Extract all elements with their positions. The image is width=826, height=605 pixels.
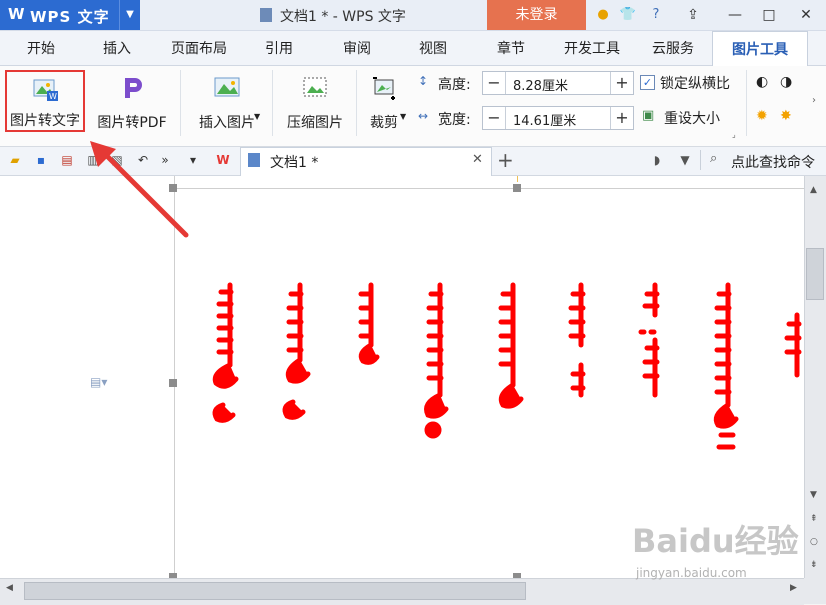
save-icon[interactable]: ▪ xyxy=(32,151,50,169)
height-decrease-button[interactable]: − xyxy=(483,72,506,94)
image-to-text-icon: W xyxy=(33,79,58,101)
export-pdf-icon[interactable]: ▤ xyxy=(58,151,76,169)
ribbon-separator xyxy=(746,70,747,136)
reset-size-icon: ▣ xyxy=(642,108,655,123)
rotate-handle[interactable]: ⊤ xyxy=(513,176,522,185)
minimize-button[interactable]: — xyxy=(718,0,752,30)
chevron-down-icon[interactable]: ▼ xyxy=(119,0,140,30)
contrast-increase-icon[interactable]: ◐ xyxy=(756,74,768,90)
compress-image-icon xyxy=(303,77,327,97)
insert-image-icon xyxy=(214,77,240,97)
svg-text:W: W xyxy=(49,92,57,101)
skin-icon[interactable]: ● xyxy=(593,5,613,25)
contrast-decrease-icon[interactable]: ◑ xyxy=(780,74,792,90)
tab-review[interactable]: 审阅 xyxy=(330,31,384,65)
width-field[interactable]: − 14.61厘米 + xyxy=(482,106,634,130)
height-value[interactable]: 8.28厘米 xyxy=(513,75,568,94)
layout-options-icon[interactable]: ▤▾ xyxy=(90,375,107,389)
image-to-pdf-label: 图片转PDF xyxy=(97,115,167,131)
insert-image-button[interactable]: 插入图片 xyxy=(188,70,266,136)
ribbon-scroll-right-icon[interactable]: › xyxy=(812,95,824,115)
vertical-scroll-thumb[interactable] xyxy=(806,248,824,300)
app-menu-button[interactable]: W WPS 文字 ▼ xyxy=(0,0,140,30)
new-tab-icon[interactable]: + xyxy=(497,148,514,172)
compress-image-label: 压缩图片 xyxy=(287,115,343,131)
help-icon[interactable]: ? xyxy=(646,5,666,25)
login-button[interactable]: 未登录 xyxy=(487,0,586,30)
scroll-up-arrow[interactable]: ▲ xyxy=(810,185,817,195)
wps-logo-icon: W xyxy=(8,5,25,23)
width-icon: ↔ xyxy=(418,109,429,123)
shirt-icon[interactable]: 👕 xyxy=(618,5,638,25)
width-value[interactable]: 14.61厘米 xyxy=(513,110,576,129)
command-search[interactable]: 点此查找命令 xyxy=(731,152,815,172)
insert-image-dropdown-icon[interactable]: ▼ xyxy=(254,112,260,121)
crop-dropdown-icon[interactable]: ▼ xyxy=(400,112,406,121)
document-tab-label: 文档1 * xyxy=(270,155,319,171)
crop-button[interactable]: 裁剪 xyxy=(362,70,406,136)
clipboard-icon[interactable]: ◗ xyxy=(648,151,666,169)
ribbon-separator xyxy=(356,70,357,136)
height-increase-button[interactable]: + xyxy=(610,72,633,94)
scroll-right-arrow[interactable]: ▶ xyxy=(790,583,797,593)
scroll-corner xyxy=(804,578,826,604)
width-label: 宽度: xyxy=(438,112,471,128)
lock-ratio-label: 锁定纵横比 xyxy=(660,76,730,92)
browse-object-icon[interactable]: ○ xyxy=(810,537,818,547)
next-page-icon[interactable]: ⇟ xyxy=(810,560,818,570)
tab-view[interactable]: 视图 xyxy=(406,31,460,65)
annotation-arrow xyxy=(90,141,189,238)
crop-icon xyxy=(373,77,395,100)
page-margin-line xyxy=(174,188,804,189)
width-decrease-button[interactable]: − xyxy=(483,107,506,129)
document-icon xyxy=(248,153,260,167)
upload-icon[interactable]: ⇪ xyxy=(676,0,710,30)
tab-developer[interactable]: 开发工具 xyxy=(556,31,628,65)
compress-image-button[interactable]: 压缩图片 xyxy=(280,70,350,136)
width-increase-button[interactable]: + xyxy=(610,107,633,129)
app-name: WPS 文字 xyxy=(30,8,110,26)
previous-page-icon[interactable]: ⇞ xyxy=(810,514,818,524)
lock-ratio-checkbox[interactable]: ✓ xyxy=(640,75,655,90)
image-to-text-button[interactable]: W 图片转文字 xyxy=(5,70,85,132)
close-tab-icon[interactable]: ✕ xyxy=(472,152,483,167)
pdf-icon xyxy=(125,78,142,98)
search-icon: ⌕ xyxy=(710,151,718,166)
height-label: 高度: xyxy=(438,77,471,93)
tab-start[interactable]: 开始 xyxy=(14,31,68,65)
tab-cloud[interactable]: 云服务 xyxy=(644,31,702,65)
brightness-increase-icon[interactable]: ✹ xyxy=(756,108,768,124)
tab-insert[interactable]: 插入 xyxy=(90,31,144,65)
scroll-down-arrow[interactable]: ▼ xyxy=(810,490,817,500)
open-folder-icon[interactable]: ▰ xyxy=(6,151,24,169)
dialog-launcher-icon[interactable]: ⌟ xyxy=(732,130,736,139)
maximize-button[interactable]: □ xyxy=(752,0,786,30)
image-to-text-label: 图片转文字 xyxy=(10,113,80,129)
scroll-left-arrow[interactable]: ◀ xyxy=(6,583,13,593)
divider xyxy=(700,150,701,170)
ribbon-separator xyxy=(272,70,273,136)
horizontal-scroll-thumb[interactable] xyxy=(24,582,526,600)
watermark-url: jingyan.baidu.com xyxy=(636,566,747,580)
height-field[interactable]: − 8.28厘米 + xyxy=(482,71,634,95)
image-to-pdf-button[interactable]: 图片转PDF xyxy=(92,70,172,136)
tab-section[interactable]: 章节 xyxy=(484,31,538,65)
window-title: 文档1 * - WPS 文字 xyxy=(280,9,406,25)
ribbon-separator xyxy=(180,70,181,136)
tab-picture-tools[interactable]: 图片工具 xyxy=(712,31,808,67)
wps-home-icon[interactable]: W xyxy=(214,151,232,169)
tab-references[interactable]: 引用 xyxy=(252,31,306,65)
document-icon xyxy=(260,8,272,22)
tool-icon[interactable]: ▼ xyxy=(676,151,694,169)
reset-size-button[interactable]: 重设大小 xyxy=(664,108,720,128)
tab-page-layout[interactable]: 页面布局 xyxy=(164,31,234,65)
baidu-watermark: Baidu经验 xyxy=(632,522,799,560)
close-button[interactable]: ✕ xyxy=(789,0,823,30)
height-icon: ↕ xyxy=(418,74,429,88)
brightness-decrease-icon[interactable]: ✸ xyxy=(780,108,792,124)
